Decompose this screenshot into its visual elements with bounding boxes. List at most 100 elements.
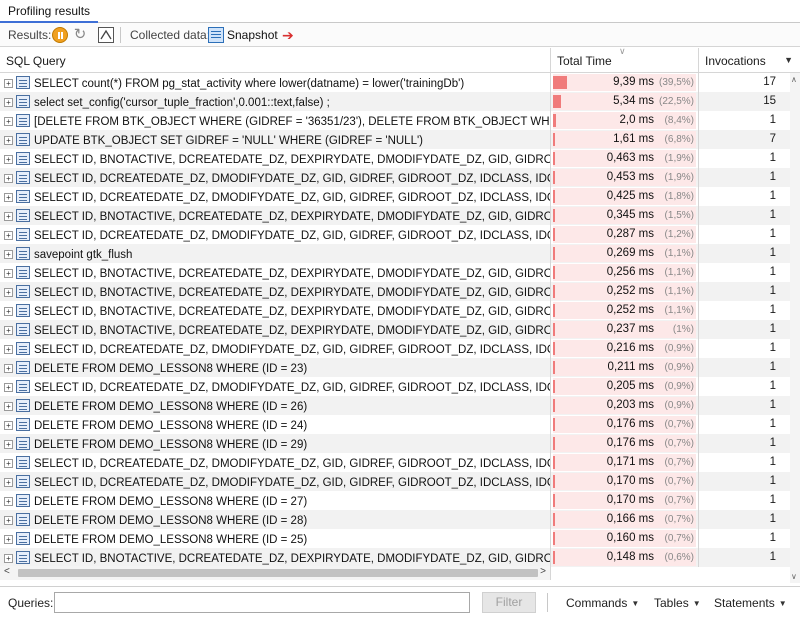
total-time-percent: (1%) [672,324,694,335]
expand-icon[interactable]: + [4,269,13,278]
table-row[interactable]: + UPDATE BTK_OBJECT SET GIDREF = 'NULL' W… [0,130,790,149]
time-bar [553,418,555,431]
expand-icon[interactable]: + [4,326,13,335]
expand-icon[interactable]: + [4,212,13,221]
table-row[interactable]: + SELECT ID, BNOTACTIVE, DCREATEDATE_DZ, … [0,282,790,301]
snapshot-button[interactable]: Snapshot [227,28,278,42]
table-row[interactable]: + DELETE FROM DEMO_LESSON8 WHERE (ID = 24… [0,415,790,434]
column-menu-icon[interactable]: ▼ [784,55,793,65]
scroll-left-icon[interactable]: < [4,566,10,577]
expand-icon[interactable]: + [4,383,13,392]
invocations-cell: 1 [769,475,776,487]
sql-query-cell: + DELETE FROM DEMO_LESSON8 WHERE (ID = 25… [0,529,551,548]
sql-query-text: savepoint gtk_flush [34,249,133,261]
table-row[interactable]: + SELECT ID, BNOTACTIVE, DCREATEDATE_DZ, … [0,149,790,168]
expand-icon[interactable]: + [4,459,13,468]
queries-filter-input[interactable] [54,592,470,613]
column-header-sql-query[interactable]: SQL Query [0,48,551,73]
table-row[interactable]: + DELETE FROM DEMO_LESSON8 WHERE (ID = 29… [0,434,790,453]
invocations-cell: 1 [769,456,776,468]
horizontal-scrollbar[interactable]: < > [0,566,551,580]
total-time-percent: (0,9%) [664,362,694,373]
statement-icon [16,133,30,146]
pause-icon[interactable] [52,27,68,43]
invocations-cell: 1 [769,551,776,563]
column-header-total-time[interactable]: ∨ Total Time [551,46,699,73]
expand-icon[interactable]: + [4,554,13,563]
table-row[interactable]: + SELECT ID, BNOTACTIVE, DCREATEDATE_DZ, … [0,301,790,320]
table-row[interactable]: + DELETE FROM DEMO_LESSON8 WHERE (ID = 27… [0,491,790,510]
total-time-value: 0,176 ms [606,418,654,430]
vertical-scrollbar[interactable]: ∧ ∨ [790,73,800,583]
scroll-down-icon[interactable]: ∨ [791,572,797,581]
table-row[interactable]: + SELECT ID, DCREATEDATE_DZ, DMODIFYDATE_… [0,168,790,187]
expand-icon[interactable]: + [4,497,13,506]
table-row[interactable]: + SELECT ID, DCREATEDATE_DZ, DMODIFYDATE_… [0,187,790,206]
table-row[interactable]: + SELECT ID, DCREATEDATE_DZ, DMODIFYDATE_… [0,225,790,244]
expand-icon[interactable]: + [4,155,13,164]
table-row[interactable]: + DELETE FROM DEMO_LESSON8 WHERE (ID = 28… [0,510,790,529]
expand-icon[interactable]: + [4,364,13,373]
scrollbar-thumb[interactable] [18,569,538,577]
invocations-cell: 1 [769,304,776,316]
expand-icon[interactable]: + [4,440,13,449]
scroll-up-icon[interactable]: ∧ [791,75,797,84]
expand-icon[interactable]: + [4,288,13,297]
table-row[interactable]: + SELECT ID, BNOTACTIVE, DCREATEDATE_DZ, … [0,548,790,567]
expand-icon[interactable]: + [4,516,13,525]
graph-icon[interactable] [98,27,114,43]
table-row[interactable]: + SELECT ID, DCREATEDATE_DZ, DMODIFYDATE_… [0,377,790,396]
invocations-cell: 1 [769,494,776,506]
expand-icon[interactable]: + [4,231,13,240]
table-row[interactable]: + SELECT ID, BNOTACTIVE, DCREATEDATE_DZ, … [0,263,790,282]
expand-icon[interactable]: + [4,79,13,88]
expand-icon[interactable]: + [4,402,13,411]
sql-query-text: SELECT ID, DCREATEDATE_DZ, DMODIFYDATE_D… [34,382,550,394]
expand-icon[interactable]: + [4,193,13,202]
profiling-results-tab[interactable]: Profiling results [0,0,800,23]
invocations-cell: 1 [769,532,776,544]
expand-icon[interactable]: + [4,98,13,107]
sql-query-text: SELECT count(*) FROM pg_stat_activity wh… [34,78,465,90]
table-row[interactable]: + SELECT ID, DCREATEDATE_DZ, DMODIFYDATE_… [0,339,790,358]
total-time-cell: 0,148 ms (0,6%) [551,548,699,567]
statement-icon [16,532,30,545]
tables-menu[interactable]: Tables ▼ [654,596,701,610]
table-row[interactable]: + SELECT ID, BNOTACTIVE, DCREATEDATE_DZ, … [0,320,790,339]
sql-query-text: SELECT ID, BNOTACTIVE, DCREATEDATE_DZ, D… [34,325,551,337]
total-time-percent: (1,2%) [664,229,694,240]
expand-icon[interactable]: + [4,478,13,487]
table-row[interactable]: + DELETE FROM DEMO_LESSON8 WHERE (ID = 23… [0,358,790,377]
scroll-right-icon[interactable]: > [540,566,546,577]
expand-icon[interactable]: + [4,136,13,145]
table-row[interactable]: + savepoint gtk_flush 0,269 ms (1,1%) 1 [0,244,790,263]
table-row[interactable]: + SELECT ID, BNOTACTIVE, DCREATEDATE_DZ, … [0,206,790,225]
table-row[interactable]: + [DELETE FROM BTK_OBJECT WHERE (GIDREF =… [0,111,790,130]
expand-icon[interactable]: + [4,307,13,316]
table-row[interactable]: + SELECT ID, DCREATEDATE_DZ, DMODIFYDATE_… [0,472,790,491]
exit-icon[interactable]: ➔ [282,27,298,43]
statements-menu[interactable]: Statements ▼ [714,596,787,610]
refresh-icon[interactable]: ↻ [72,27,88,43]
expand-icon[interactable]: + [4,174,13,183]
expand-icon[interactable]: + [4,535,13,544]
table-row[interactable]: + DELETE FROM DEMO_LESSON8 WHERE (ID = 26… [0,396,790,415]
expand-icon[interactable]: + [4,250,13,259]
snapshot-icon[interactable] [208,27,224,43]
column-header-invocations[interactable]: Invocations ▼ [699,48,800,73]
expand-icon[interactable]: + [4,117,13,126]
total-time-cell: 0,170 ms (0,7%) [551,491,699,510]
table-row[interactable]: + select set_config('cursor_tuple_fractio… [0,92,790,111]
table-row[interactable]: + SELECT count(*) FROM pg_stat_activity w… [0,73,790,92]
sql-query-text: DELETE FROM DEMO_LESSON8 WHERE (ID = 23) [34,363,308,375]
table-row[interactable]: + DELETE FROM DEMO_LESSON8 WHERE (ID = 25… [0,529,790,548]
sql-query-cell: + DELETE FROM DEMO_LESSON8 WHERE (ID = 23… [0,358,551,377]
filter-button[interactable]: Filter [482,592,536,613]
total-time-cell: 0,205 ms (0,9%) [551,377,699,396]
table-row[interactable]: + SELECT ID, DCREATEDATE_DZ, DMODIFYDATE_… [0,453,790,472]
sql-query-cell: + SELECT ID, DCREATEDATE_DZ, DMODIFYDATE_… [0,472,551,491]
commands-menu[interactable]: Commands ▼ [566,596,639,610]
expand-icon[interactable]: + [4,421,13,430]
expand-icon[interactable]: + [4,345,13,354]
time-bar [553,361,555,374]
